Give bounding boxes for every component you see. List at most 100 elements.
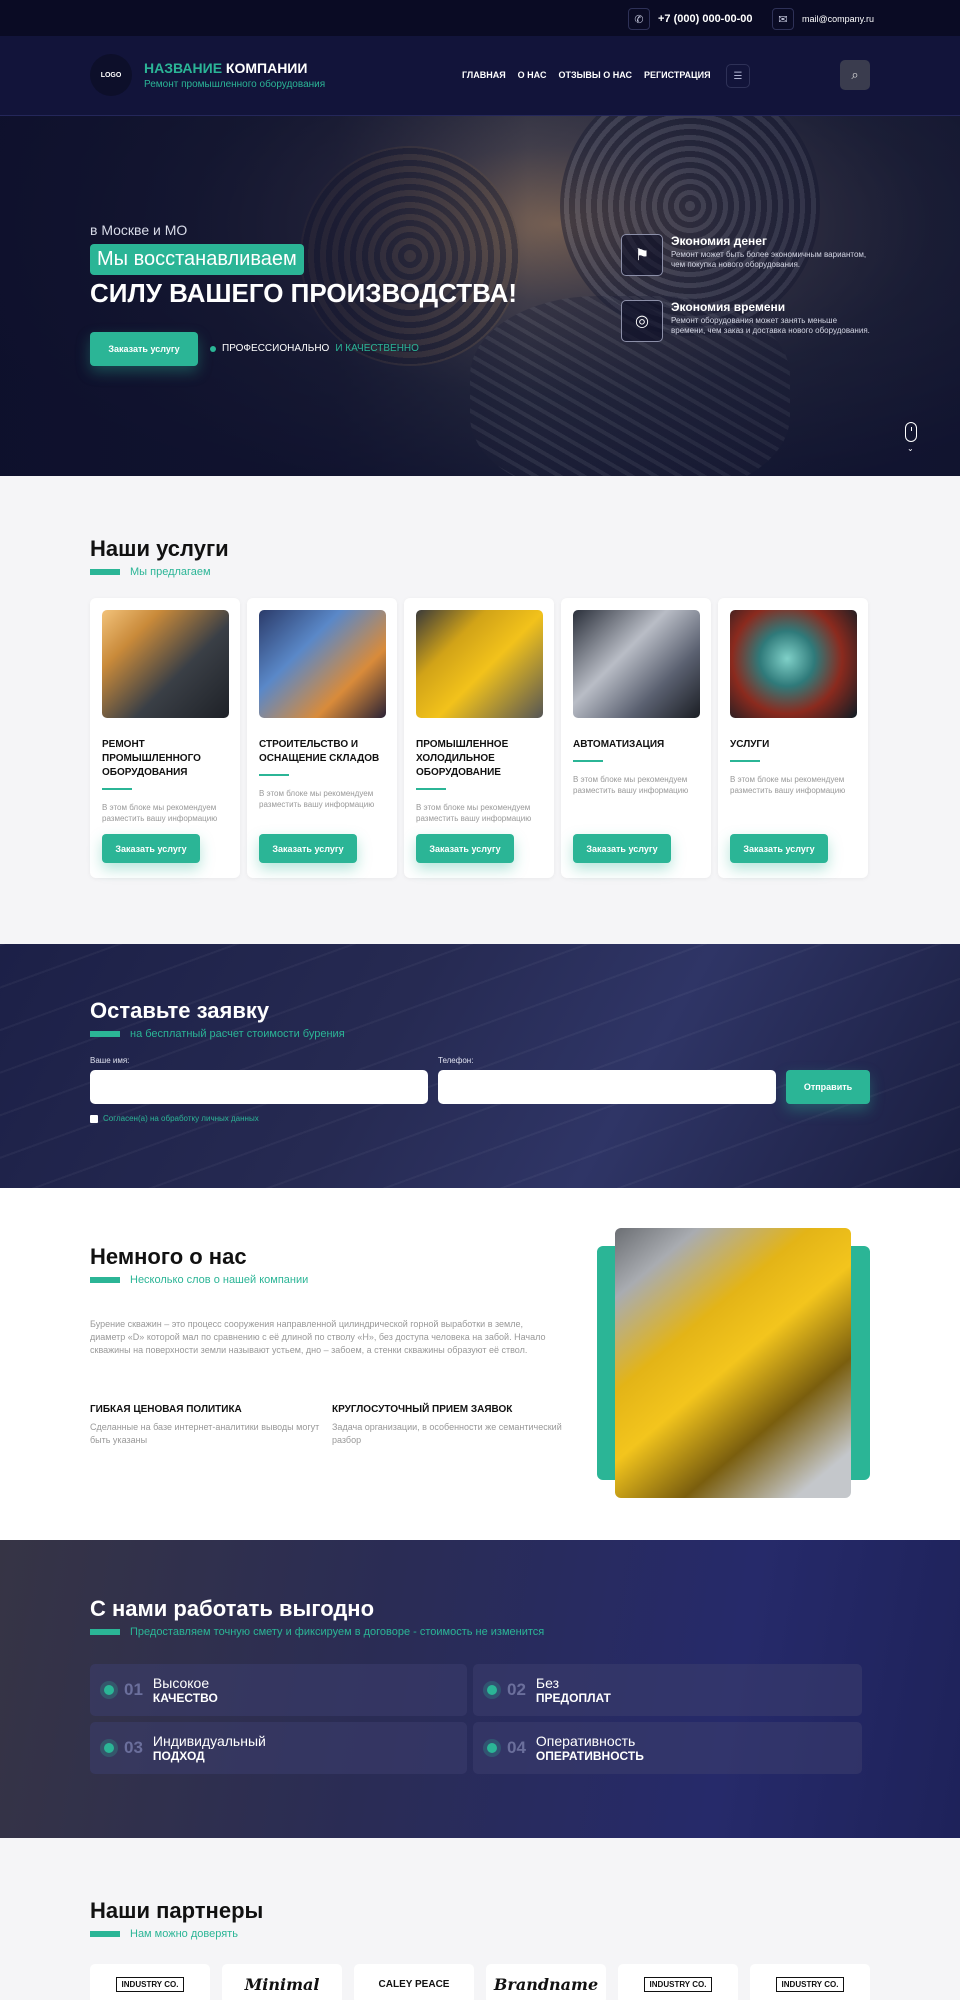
section-subtitle-text: Предоставляем точную смету и фиксируем в…: [130, 1626, 545, 1638]
nav-registration[interactable]: РЕГИСТРАЦИЯ: [644, 70, 711, 80]
consent[interactable]: Согласен(а) на обработку личных данных: [90, 1114, 259, 1123]
email-contact[interactable]: ✉ mail@company.ru: [772, 8, 874, 30]
benefit-number: 03: [124, 1738, 143, 1757]
accent-bar: [90, 1629, 120, 1635]
service-card: РЕМОНТ ПРОМЫШЛЕННОГО ОБОРУДОВАНИЯ В этом…: [90, 598, 240, 878]
email-address[interactable]: mail@company.ru: [802, 14, 874, 24]
accent-bar: [90, 569, 120, 575]
about-feature-title: ГИБКАЯ ЦЕНОВАЯ ПОЛИТИКА: [90, 1404, 242, 1415]
partner-logo[interactable]: CALEY PEACE: [354, 1964, 474, 2000]
partner-logo[interactable]: INDUSTRY CO.: [618, 1964, 738, 2000]
order-service-button[interactable]: Заказать услугу: [416, 834, 514, 863]
dot-icon: [487, 1743, 497, 1753]
accent-bar: [90, 1277, 120, 1283]
benefit-item: 01 Высокое КАЧЕСТВО: [90, 1664, 467, 1716]
partner-logo-text: Brandname: [493, 1974, 599, 1994]
service-image-engine: [416, 610, 543, 718]
consent-label[interactable]: Согласен(а) на обработку личных данных: [103, 1114, 259, 1123]
order-service-button[interactable]: Заказать услугу: [730, 834, 828, 863]
partner-logo[interactable]: Minimal: [222, 1964, 342, 2000]
name-label: Ваше имя:: [90, 1056, 130, 1065]
order-service-button[interactable]: Заказать услугу: [102, 834, 200, 863]
benefits-section: С нами работать выгодно Предоставляем то…: [0, 1540, 960, 1838]
service-image-circuit: [730, 610, 857, 718]
nav-home[interactable]: ГЛАВНАЯ: [462, 70, 506, 80]
service-text: В этом блоке мы рекомендуем разместить в…: [102, 803, 218, 823]
submit-button[interactable]: Отправить: [786, 1070, 870, 1104]
scroll-mouse-icon[interactable]: [905, 422, 917, 442]
feature-text: Ремонт может быть более экономичным вари…: [671, 250, 867, 269]
phone-label: Телефон:: [438, 1056, 474, 1065]
about-section: Немного о нас Несколько слов о нашей ком…: [0, 1188, 960, 1540]
service-text: В этом блоке мы рекомендуем разместить в…: [416, 803, 532, 823]
accent-bar: [90, 1931, 120, 1937]
section-heading: Наши услуги Мы предлагаем: [90, 536, 229, 578]
hero-tag: Мы восстанавливаем: [90, 244, 304, 275]
request-section: Оставьте заявку на бесплатный расчет сто…: [0, 944, 960, 1188]
service-text: В этом блоке мы рекомендуем разместить в…: [730, 775, 846, 795]
title-underline: [416, 788, 446, 790]
section-subtitle-text: Нам можно доверять: [130, 1928, 238, 1940]
section-subtitle: Мы предлагаем: [90, 566, 229, 578]
feature-title: Экономия денег: [671, 234, 767, 248]
benefit-number: 02: [507, 1680, 526, 1699]
service-text: В этом блоке мы рекомендуем разместить в…: [259, 789, 375, 809]
service-image-electrician: [102, 610, 229, 718]
about-feature: ГИБКАЯ ЦЕНОВАЯ ПОЛИТИКА Сделанные на баз…: [90, 1404, 320, 1447]
title-underline: [259, 774, 289, 776]
benefit-item: 03 Индивидуальный ПОДХОД: [90, 1722, 467, 1774]
service-image-warehouse: [259, 610, 386, 718]
menu-icon[interactable]: ☰: [726, 64, 750, 88]
partner-logo[interactable]: INDUSTRY CO.: [90, 1964, 210, 2000]
brand-subtitle: Ремонт промышленного оборудования: [144, 79, 326, 90]
phone-number[interactable]: +7 (000) 000-00-00: [658, 13, 752, 25]
feature-money: ⚑ Экономия денег Ремонт может быть более…: [621, 234, 871, 276]
partners-section: Наши партнеры Нам можно доверять INDUSTR…: [0, 1838, 960, 2000]
service-title: АВТОМАТИЗАЦИЯ: [573, 739, 665, 750]
flag-icon: ⚑: [621, 234, 663, 276]
chevron-down-icon: ⌄: [907, 444, 914, 453]
service-text: В этом блоке мы рекомендуем разместить в…: [573, 775, 689, 795]
name-field[interactable]: [90, 1070, 428, 1104]
nav-about[interactable]: О НАС: [518, 70, 547, 80]
about-text: Бурение скважин – это процесс сооружения…: [90, 1319, 546, 1355]
service-image-automation: [573, 610, 700, 718]
section-title: Немного о нас: [90, 1244, 247, 1269]
services-section: Наши услуги Мы предлагаем РЕМОНТ ПРОМЫШЛ…: [0, 476, 960, 944]
benefit-line2: ПОДХОД: [152, 1748, 205, 1763]
brand-name-accent: НАЗВАНИЕ: [144, 60, 223, 76]
consent-checkbox[interactable]: [90, 1114, 98, 1123]
benefit-line2: ПРЕДОПЛАТ: [535, 1690, 611, 1705]
nav-reviews[interactable]: ОТЗЫВЫ О НАС: [558, 70, 632, 80]
hero-order-button[interactable]: Заказать услугу: [90, 332, 198, 366]
section-title: Наши партнеры: [90, 1898, 264, 1923]
feature-title: Экономия времени: [671, 300, 786, 314]
section-heading: Наши партнеры Нам можно доверять: [90, 1898, 263, 1940]
order-service-button[interactable]: Заказать услугу: [573, 834, 671, 863]
partner-logo[interactable]: Brandname: [486, 1964, 606, 2000]
service-title: УСЛУГИ: [730, 739, 770, 750]
benefit-line1: Без: [535, 1674, 560, 1691]
partner-logo-text: INDUSTRY CO.: [643, 1976, 713, 1992]
benefit-line2: ОПЕРАТИВНОСТЬ: [535, 1748, 644, 1763]
hero-section: в Москве и МО Мы восстанавливаем СИЛУ ВА…: [0, 116, 960, 476]
main-nav: ГЛАВНАЯ О НАС ОТЗЫВЫ О НАС РЕГИСТРАЦИЯ: [462, 70, 711, 80]
benefit-number: 01: [124, 1680, 143, 1699]
target-icon: ◎: [621, 300, 663, 342]
service-title: СТРОИТЕЛЬСТВО И ОСНАЩЕНИЕ СКЛАДОВ: [259, 739, 380, 764]
partner-logo-text: INDUSTRY CO.: [775, 1976, 845, 1992]
search-icon[interactable]: ⌕: [840, 60, 870, 90]
partner-logo[interactable]: INDUSTRY CO.: [750, 1964, 870, 2000]
accent-bar: [90, 1031, 120, 1037]
service-card: СТРОИТЕЛЬСТВО И ОСНАЩЕНИЕ СКЛАДОВ В этом…: [247, 598, 397, 878]
about-feature-text: Задача организации, в особенности же сем…: [332, 1422, 562, 1445]
service-title: РЕМОНТ ПРОМЫШЛЕННОГО ОБОРУДОВАНИЯ: [102, 739, 201, 778]
title-underline: [102, 788, 132, 790]
section-title: Наши услуги: [90, 536, 229, 561]
phone-field[interactable]: [438, 1070, 776, 1104]
order-service-button[interactable]: Заказать услугу: [259, 834, 357, 863]
section-subtitle: Предоставляем точную смету и фиксируем в…: [90, 1626, 544, 1638]
logo[interactable]: LOGO: [90, 54, 132, 96]
phone-contact[interactable]: ✆ +7 (000) 000-00-00: [628, 8, 752, 30]
hero-location: в Москве и МО: [90, 222, 188, 238]
